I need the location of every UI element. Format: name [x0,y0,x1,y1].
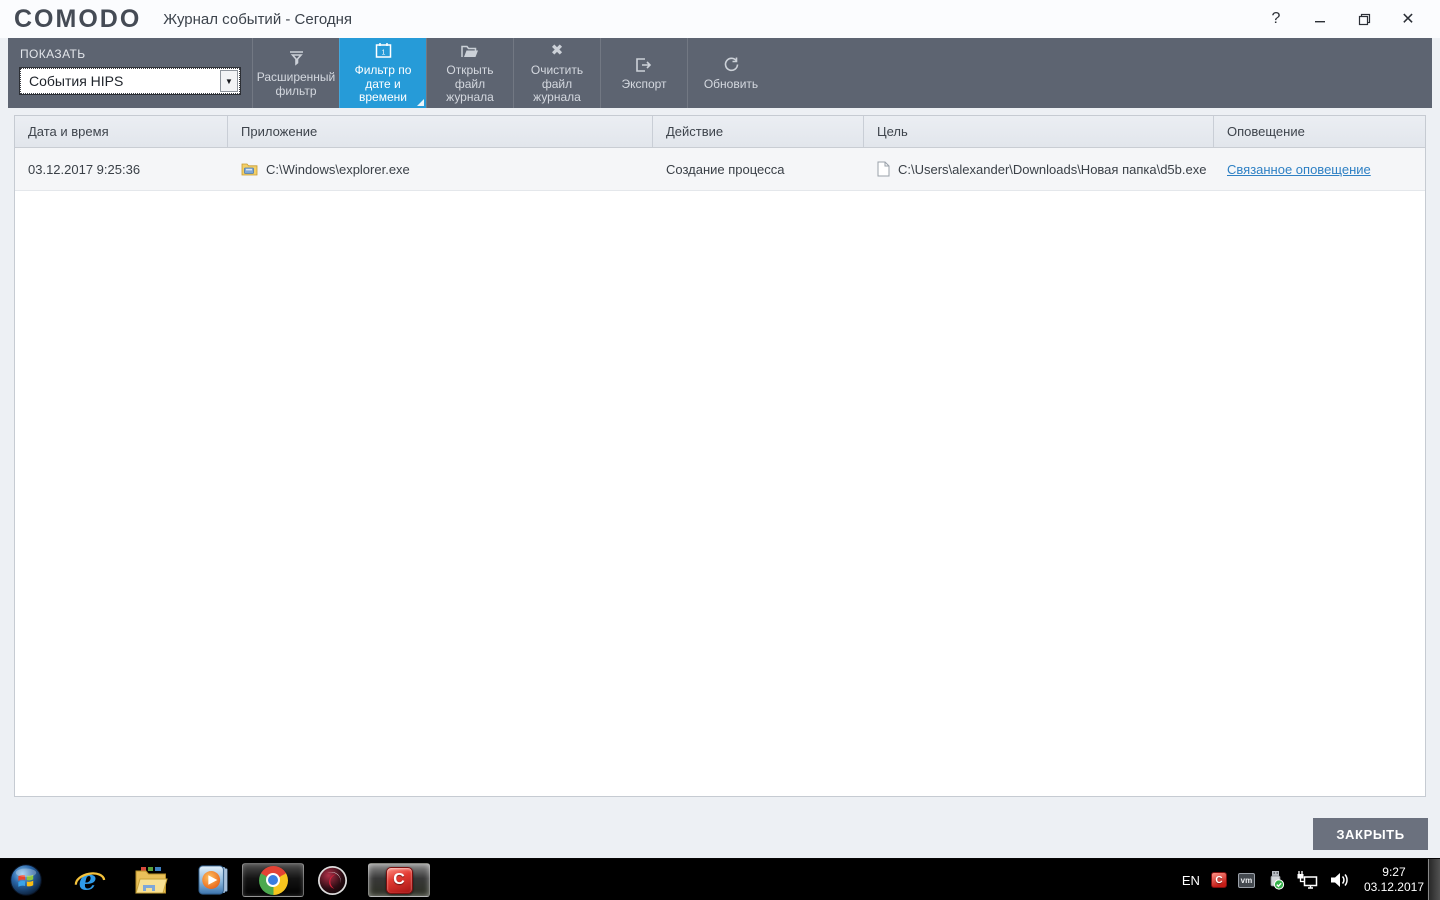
toolbar-button-label: Очистить файл журнала [530,63,584,105]
windows-taskbar: e C EN C vm 9:27 03.12.2017 [0,858,1440,900]
comodo-logo: COMODO [14,4,142,33]
open-log-file-button[interactable]: Открыть файл журнала [426,38,513,108]
minimize-icon [1315,21,1325,23]
refresh-button[interactable]: Обновить [687,38,774,108]
tray-usb-icon[interactable] [1266,870,1285,890]
column-header-application[interactable]: Приложение [228,116,653,147]
chrome-icon [258,865,288,895]
svg-text:e: e [79,864,97,896]
windows-media-player-taskbar-icon[interactable] [192,863,236,897]
svg-text:1: 1 [381,50,385,57]
comodo-event-log-window: COMODO Журнал событий - Сегодня ? ✕ ПОКА… [0,0,1440,858]
tray-network-icon[interactable] [1296,870,1318,890]
window-controls: ? ✕ [1254,4,1430,34]
window-title: Журнал событий - Сегодня [163,10,353,28]
clear-log-file-button[interactable]: ✖ Очистить файл журнала [513,38,600,108]
toolbar-button-label: Открыть файл журнала [446,63,494,105]
toolbar-button-label: Фильтр по дате и времени [354,63,412,105]
internet-explorer-taskbar-icon[interactable]: e [68,863,112,897]
tray-clock[interactable]: 9:27 03.12.2017 [1364,865,1424,895]
column-header-alert[interactable]: Оповещение [1214,116,1425,147]
target-path: C:\Users\alexander\Downloads\Новая папка… [898,161,1207,177]
comodo-taskbar-button[interactable]: C [368,863,430,897]
tray-vmware-icon[interactable]: vm [1237,872,1255,888]
show-label: ПОКАЗАТЬ [20,47,86,61]
toolbar-button-label: Расширенный фильтр [256,70,336,98]
title-bar: COMODO Журнал событий - Сегодня ? ✕ [0,0,1440,38]
toolbar-button-label: Обновить [703,76,759,91]
chrome-taskbar-button[interactable] [242,863,304,897]
refresh-icon [723,55,740,73]
show-desktop-button[interactable] [1427,859,1440,900]
close-dialog-button[interactable]: ЗАКРЫТЬ [1313,818,1428,850]
column-header-datetime[interactable]: Дата и время [15,116,228,147]
show-filter-group: ПОКАЗАТЬ События HIPS ▼ [8,38,252,108]
clock-time: 9:27 [1382,865,1406,879]
windows-explorer-taskbar-icon[interactable] [128,863,174,897]
explorer-folder-icon [241,162,258,176]
help-button[interactable]: ? [1254,4,1298,34]
event-type-value: События HIPS [29,73,124,89]
export-icon [635,55,653,73]
toolbar: ПОКАЗАТЬ События HIPS ▼ Расширенный филь… [8,38,1432,108]
tray-comodo-icon[interactable]: C [1210,872,1227,888]
comodo-c-icon: C [385,866,413,894]
table-row[interactable]: 03.12.2017 9:25:36 C:\Windows\explorer.e… [15,148,1425,191]
cell-target: C:\Users\alexander\Downloads\Новая папка… [864,161,1214,177]
restore-icon [1358,13,1370,25]
advanced-filter-button[interactable]: Расширенный фильтр [252,38,339,108]
advanced-filter-icon [288,48,305,66]
language-indicator[interactable]: EN [1182,873,1200,888]
open-log-file-icon [461,41,479,59]
maximize-restore-button[interactable] [1342,4,1386,34]
clock-date: 03.12.2017 [1363,880,1424,894]
column-header-action[interactable]: Действие [653,116,864,147]
toolbar-button-label: Экспорт [621,76,667,91]
date-time-filter-icon: 1 [375,41,392,59]
cell-alert: Связанное оповещение [1214,162,1425,177]
export-button[interactable]: Экспорт [600,38,687,108]
minimize-button[interactable] [1298,4,1342,34]
event-log-table: Дата и время Приложение Действие Цель Оп… [14,115,1426,797]
clear-log-file-icon: ✖ [550,42,564,60]
file-icon [877,161,890,177]
toolbar-empty-area [774,38,1432,108]
application-path: C:\Windows\explorer.exe [266,161,410,177]
dropdown-arrow-icon[interactable]: ▼ [220,70,238,92]
table-header-row: Дата и время Приложение Действие Цель Оп… [15,116,1425,148]
event-type-dropdown[interactable]: События HIPS ▼ [19,67,241,95]
cell-application: C:\Windows\explorer.exe [228,162,653,177]
close-window-button[interactable]: ✕ [1386,4,1430,34]
date-time-filter-button[interactable]: 1 Фильтр по дате и времени [339,38,426,108]
comodo-dragon-taskbar-icon[interactable] [309,863,355,897]
cell-datetime: 03.12.2017 9:25:36 [28,161,141,177]
windows-start-orb-icon [10,864,42,896]
cell-action: Создание процесса [666,161,785,177]
system-tray: EN C vm 9:27 03.12.2017 [1182,859,1424,900]
start-button[interactable] [4,863,48,897]
column-header-target[interactable]: Цель [864,116,1214,147]
tray-volume-icon[interactable] [1329,870,1349,890]
related-alert-link[interactable]: Связанное оповещение [1227,162,1371,177]
